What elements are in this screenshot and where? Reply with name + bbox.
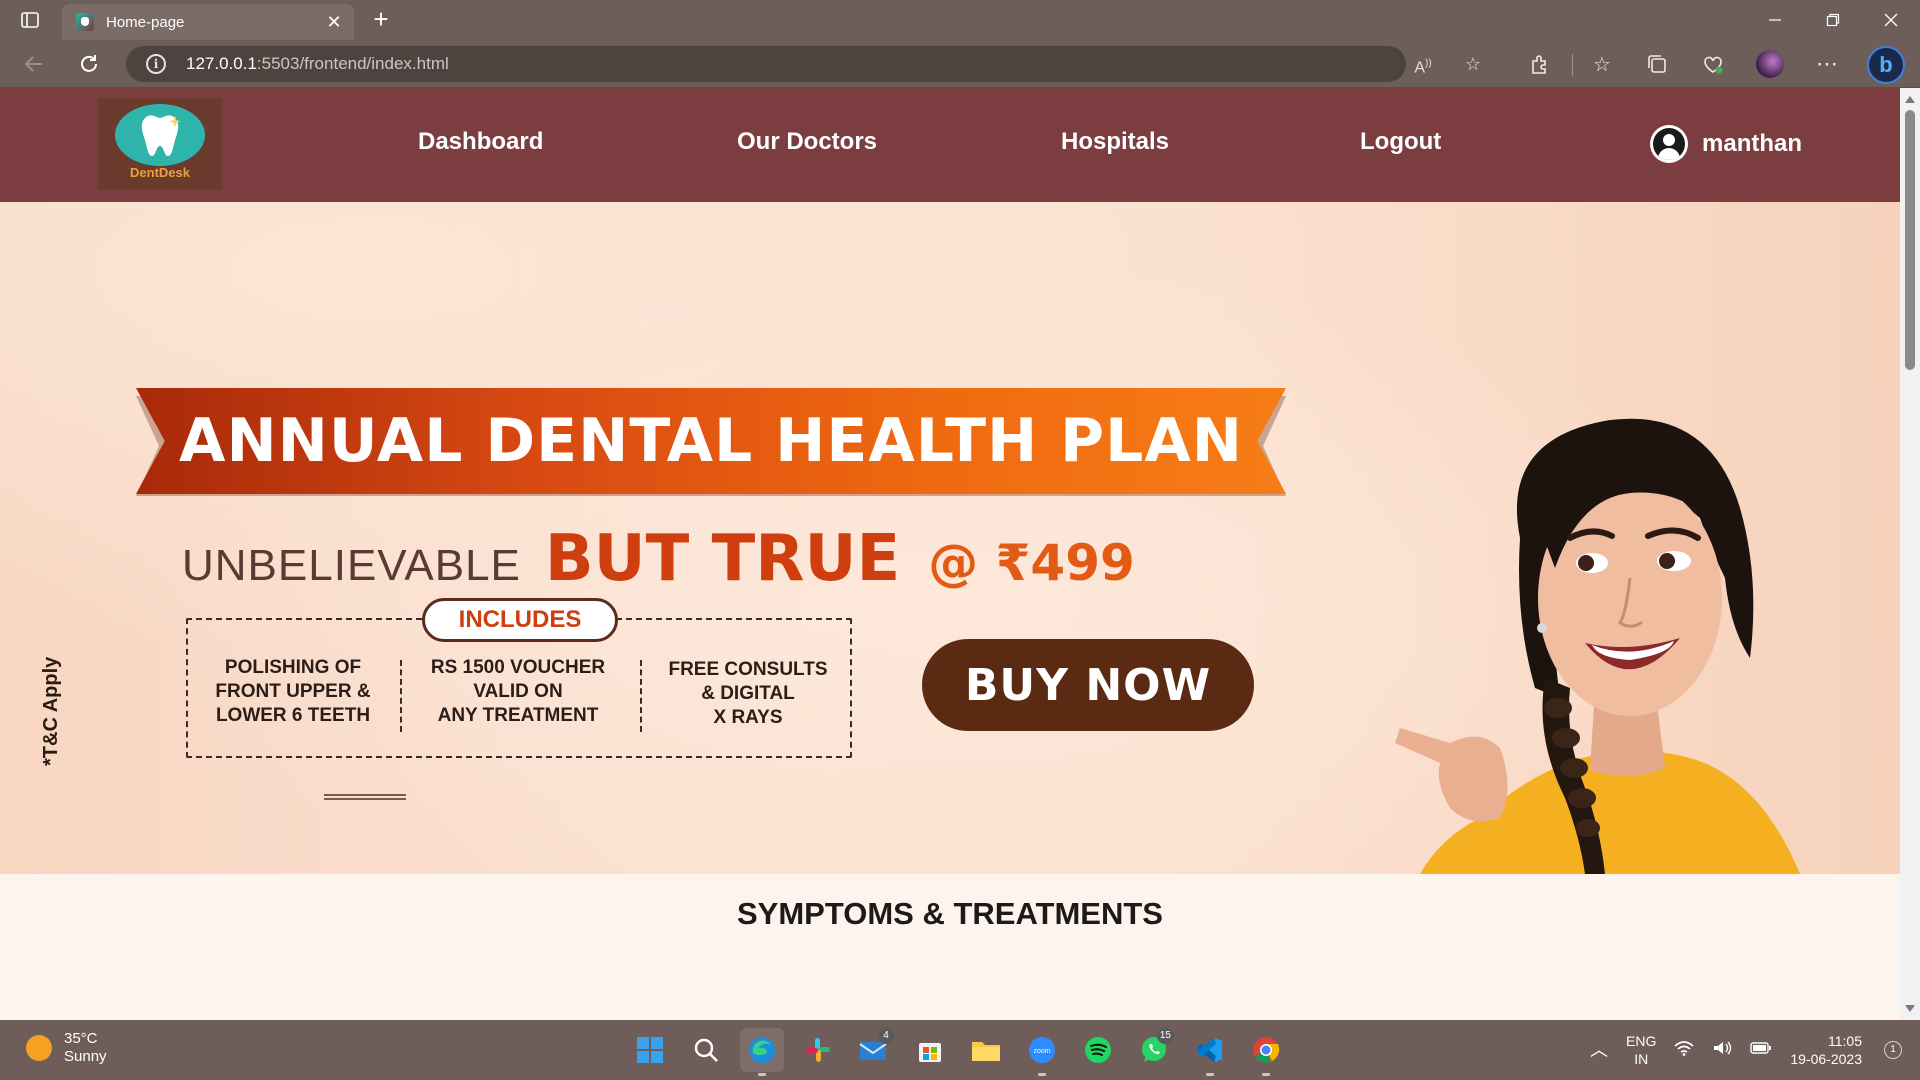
store-icon[interactable] [908,1028,952,1072]
svg-text:zoom: zoom [1033,1048,1050,1055]
system-tray: ︿ ENG IN 11:05 19-06-2023 1 [1590,1020,1920,1080]
tab-title: Home-page [106,13,185,31]
includes-box: INCLUDES POLISHING OF FRONT UPPER & LOWE… [186,598,852,758]
nav-logout[interactable]: Logout [1360,128,1441,156]
browser-toolbar: i 127.0.0.1:5503/frontend/index.html A))… [0,40,1920,88]
scroll-up-icon[interactable] [1905,96,1915,103]
minimize-icon[interactable] [1746,0,1804,40]
ribbon-title: ANNUAL DENTAL HEALTH PLAN [179,406,1243,476]
bing-copilot-icon[interactable]: b [1867,46,1905,84]
collections-icon[interactable] [1643,50,1671,78]
tooth-icon [115,104,205,166]
user-menu[interactable]: manthan [1650,124,1802,164]
system-clock[interactable]: 11:05 19-06-2023 [1790,1032,1862,1068]
reload-icon[interactable] [75,50,103,78]
vscode-icon[interactable] [1188,1028,1232,1076]
nav-hospitals[interactable]: Hospitals [1061,128,1169,156]
wifi-icon[interactable] [1674,1040,1694,1060]
nav-our-doctors[interactable]: Our Doctors [737,128,877,156]
battery-icon[interactable] [1750,1041,1772,1059]
more-options-icon[interactable]: ⋯ [1813,50,1841,78]
clock-date: 19-06-2023 [1790,1051,1862,1067]
mail-icon[interactable]: 4 [852,1028,896,1072]
spotify-icon[interactable] [1076,1028,1120,1072]
file-explorer-icon[interactable] [964,1028,1008,1072]
page-scrollbar[interactable] [1900,88,1920,1020]
zoom-icon[interactable]: zoom [1020,1028,1064,1076]
weather-temp: 35°C [64,1030,98,1047]
window-controls [1746,0,1920,40]
user-name: manthan [1702,130,1803,157]
tab-actions-icon[interactable] [18,8,42,32]
includes-label: INCLUDES [422,598,618,642]
include-item: FREE CONSULTS & DIGITAL X RAYS [668,659,828,728]
include-divider [640,660,642,732]
search-icon[interactable] [684,1028,728,1072]
scroll-thumb[interactable] [1905,110,1915,370]
include-item: POLISHING OF FRONT UPPER & LOWER 6 TEETH [215,657,371,726]
favorite-star-icon[interactable]: ☆ [1462,53,1484,75]
include-divider [400,660,402,732]
weather-desc: Sunny [64,1048,107,1065]
scroll-down-icon[interactable] [1905,1005,1915,1012]
logo-text: DentDesk [130,165,190,180]
section-title: SYMPTOMS & TREATMENTS [737,896,1163,931]
site-info-icon[interactable]: i [146,54,166,74]
whatsapp-badge: 15 [1156,1028,1174,1044]
close-window-icon[interactable] [1862,0,1920,40]
weather-widget[interactable]: 35°C Sunny [26,1030,107,1066]
tagline-bold: BUT TRUE [544,522,901,596]
buy-now-button[interactable]: BUY NOW [922,639,1254,731]
smiling-woman-image [1395,418,1800,874]
tab-close-icon[interactable]: ✕ [324,12,344,32]
profile-avatar[interactable] [1756,50,1784,78]
clock-time: 11:05 [1828,1033,1862,1049]
address-bar[interactable]: i 127.0.0.1:5503/frontend/index.html A))… [126,46,1481,82]
site-navbar: DentDesk Dashboard Our Doctors Hospitals… [0,88,1900,202]
tagline: UNBELIEVABLE BUT TRUE @ ₹499 [182,522,1135,596]
start-icon[interactable] [628,1028,672,1072]
browser-essentials-icon[interactable] [1699,50,1727,78]
url-text: 127.0.0.1:5503/frontend/index.html [186,54,449,73]
back-icon[interactable] [20,50,48,78]
restore-icon[interactable] [1804,0,1862,40]
chevron-up-icon[interactable]: ︿ [1590,1041,1608,1059]
favorites-icon[interactable]: ☆ [1588,50,1616,78]
page-viewport: DentDesk Dashboard Our Doctors Hospitals… [0,88,1900,1020]
nav-dashboard[interactable]: Dashboard [418,128,543,156]
volume-icon[interactable] [1712,1040,1732,1060]
include-item: RS 1500 VOUCHER VALID ON ANY TREATMENT [430,657,606,726]
tab-favicon-icon [76,13,94,31]
tagline-price: @ ₹499 [928,534,1135,592]
tagline-light: UNBELIEVABLE [182,541,521,590]
read-aloud-icon[interactable]: A)) [1412,53,1434,76]
dentdesk-logo[interactable]: DentDesk [98,98,222,190]
language-indicator[interactable]: ENG IN [1626,1032,1656,1068]
plan-ribbon: ANNUAL DENTAL HEALTH PLAN [136,388,1286,500]
windows-taskbar: 35°C Sunny 4 zoom 15 ︿ ENG IN 11:05 19-0… [0,1020,1920,1080]
slack-icon[interactable] [796,1028,840,1072]
whatsapp-icon[interactable]: 15 [1132,1028,1176,1072]
extensions-icon[interactable] [1526,50,1554,78]
notification-count[interactable]: 1 [1884,1041,1902,1059]
mail-badge: 4 [878,1028,894,1044]
chrome-icon[interactable] [1244,1028,1288,1076]
hero-banner: ANNUAL DENTAL HEALTH PLAN UNBELIEVABLE B… [0,202,1900,874]
browser-tab[interactable]: Home-page ✕ [62,4,354,40]
taskbar-apps: 4 zoom 15 [628,1028,1288,1076]
new-tab-icon[interactable]: + [368,6,394,32]
sun-icon [26,1035,52,1061]
user-avatar-icon [1650,125,1688,163]
terms-apply-text: *T&C Apply [40,656,62,766]
browser-tab-bar: Home-page ✕ + [0,0,1920,40]
edge-browser-icon[interactable] [740,1028,784,1076]
carousel-indicator[interactable] [324,794,406,800]
toolbar-divider [1572,54,1573,76]
